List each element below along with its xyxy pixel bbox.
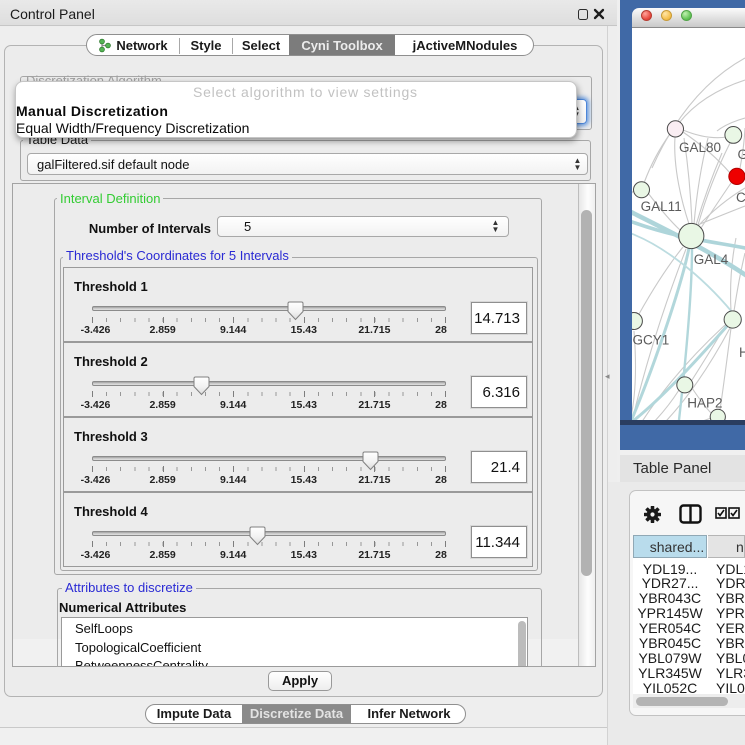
svg-text:GAL11: GAL11 <box>641 199 682 214</box>
svg-text:GCY1: GCY1 <box>633 333 670 348</box>
svg-text:GA: GA <box>738 147 745 162</box>
svg-text:H: H <box>739 345 745 360</box>
svg-text:GAL4: GAL4 <box>694 252 729 267</box>
svg-text:GAL80: GAL80 <box>679 140 721 155</box>
svg-text:HAP2: HAP2 <box>687 396 722 411</box>
svg-text:C: C <box>736 190 745 205</box>
